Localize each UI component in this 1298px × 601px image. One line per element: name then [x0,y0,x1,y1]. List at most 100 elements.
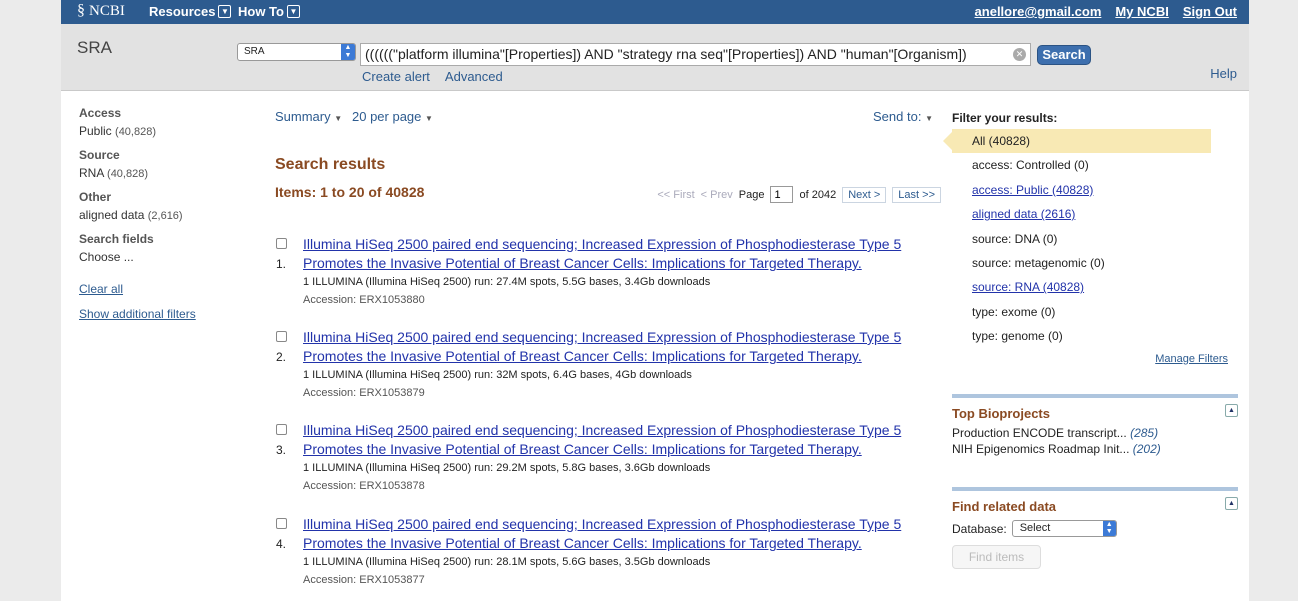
help-link[interactable]: Help [1210,66,1237,81]
chevron-down-icon: ▼ [425,114,433,123]
ncbi-logo[interactable]: § NCBI [77,2,125,20]
clear-all-link[interactable]: Clear all [79,282,249,296]
search-input[interactable]: (((((("platform illumina"[Properties]) A… [360,43,1031,66]
filter-option-label: aligned data [79,208,145,222]
format-menu[interactable]: Summary ▼ [275,109,342,124]
related-database-select[interactable]: Select ▲ ▼ [1011,520,1117,537]
filter-source-metagenomic: source: metagenomic (0) [972,255,1105,270]
howto-menu[interactable]: How To ▼ [238,4,300,19]
filter-aligned-data[interactable]: aligned data (2616) [952,202,1238,226]
next-page-button[interactable]: Next > [842,186,887,203]
result-description: 1 ILLUMINA (Illumina HiSeq 2500) run: 29… [303,462,711,474]
filter-source-rna[interactable]: source: RNA (40828) [952,275,1238,299]
search-button[interactable]: Search [1037,45,1091,65]
chevron-down-icon: ▼ [218,5,232,18]
result-description: 1 ILLUMINA (Illumina HiSeq 2500) run: 28… [303,556,711,568]
find-related-data-panel: Find related data ▲ Database: Select ▲ ▼ … [952,487,1238,569]
send-to-label: Send to: [873,109,922,124]
filter-access-public[interactable]: access: Public (40828) [952,178,1238,202]
howto-label: How To [238,4,284,19]
per-page-menu[interactable]: 20 per page ▼ [352,109,433,124]
related-database-select-value: Select [1019,522,1051,534]
result-title-link[interactable]: Illumina HiSeq 2500 paired end sequencin… [303,515,943,553]
user-email-link[interactable]: anellore@gmail.com [975,4,1102,19]
sign-out-link[interactable]: Sign Out [1183,4,1237,19]
per-page-label: 20 per page [352,109,422,124]
ncbi-logo-icon: § [77,2,85,19]
ncbi-header: § NCBI Resources ▼ How To ▼ anellore@gma… [61,0,1249,24]
right-column: Filter your results: All (40828) access:… [943,106,1238,569]
result-title-link[interactable]: Illumina HiSeq 2500 paired end sequencin… [303,421,943,459]
select-arrows-icon: ▲ ▼ [341,44,355,60]
filter-option[interactable]: Public (40,828) [79,124,249,138]
result-title-link[interactable]: Illumina HiSeq 2500 paired end sequencin… [303,328,943,366]
result-number: 4. [276,537,287,551]
last-page-button[interactable]: Last >> [892,186,941,203]
display-settings-bar: Summary ▼ 20 per page ▼ Send to: ▼ [275,106,941,126]
filter-group-source: Source RNA (40,828) [79,148,249,180]
page: § NCBI Resources ▼ How To ▼ anellore@gma… [61,0,1249,601]
chevron-down-icon: ▼ [334,114,343,123]
first-page-link: << First [657,188,695,201]
chevron-down-icon: ▼ [925,114,933,123]
advanced-search-link[interactable]: Advanced [445,69,503,84]
result-title-link[interactable]: Illumina HiSeq 2500 paired end sequencin… [303,235,943,273]
results-area: Summary ▼ 20 per page ▼ Send to: ▼ Searc… [275,106,941,586]
manage-filters-link[interactable]: Manage Filters [1155,353,1228,365]
result-checkbox[interactable] [276,331,287,342]
filter-source-dna: source: DNA (0) [972,231,1058,246]
bioproject-item[interactable]: Production ENCODE transcript... (285) [952,426,1238,440]
show-additional-filters-link[interactable]: Show additional filters [79,307,249,321]
create-alert-link[interactable]: Create alert [362,69,430,84]
result-count: Items: 1 to 20 of 40828 [275,184,425,200]
clear-search-icon[interactable]: ✕ [1013,48,1026,61]
filter-group-other: Other aligned data (2,616) [79,190,249,222]
filter-all[interactable]: All (40828) [943,129,1211,154]
pagination: << First < Prev Page of 2042 Next > Last… [657,186,941,203]
result-accession: Accession: ERX1053880 [303,294,425,306]
database-title: SRA [77,38,112,57]
filter-option-count: (40,828) [107,168,149,180]
filter-group-heading: Search fields [79,232,154,246]
results-heading: Search results [275,156,386,173]
search-query-text: (((((("platform illumina"[Properties]) A… [365,46,967,62]
chevron-down-icon: ▼ [286,5,300,18]
related-database-row: Database: Select ▲ ▼ [952,520,1238,537]
filter-access-controlled: access: Controlled (0) [972,158,1089,173]
bioproject-count: (285) [1130,426,1159,440]
resources-label: Resources [149,4,216,19]
result-checkbox[interactable] [276,518,287,529]
filter-group-access: Access Public (40,828) [79,106,249,138]
filter-type-exome: type: exome (0) [972,304,1056,319]
bioproject-name: Production ENCODE transcript... [952,426,1127,440]
result-checkbox[interactable] [276,424,287,435]
page-total: of 2042 [799,188,837,201]
page-number-input[interactable] [770,186,794,203]
result-number: 3. [276,443,287,457]
result-description: 1 ILLUMINA (Illumina HiSeq 2500) run: 32… [303,369,692,381]
left-filter-sidebar: Access Public (40,828) Source RNA (40,82… [79,106,249,321]
bioproject-count: (202) [1132,442,1161,456]
filter-option-count: (2,616) [147,210,183,222]
result-accession: Accession: ERX1053879 [303,387,425,399]
result-description: 1 ILLUMINA (Illumina HiSeq 2500) run: 27… [303,276,711,288]
my-ncbi-link[interactable]: My NCBI [1115,4,1168,19]
bioproject-item[interactable]: NIH Epigenomics Roadmap Init... (202) [952,442,1238,456]
filter-option[interactable]: RNA (40,828) [79,166,249,180]
collapse-icon[interactable]: ▲ [1225,497,1238,510]
filter-option[interactable]: Choose ... [79,250,249,264]
collapse-icon[interactable]: ▲ [1225,404,1238,417]
filter-option[interactable]: aligned data (2,616) [79,208,249,222]
result-accession: Accession: ERX1053878 [303,480,425,492]
filter-type-genome: type: genome (0) [972,329,1063,344]
top-bioprojects-panel: Top Bioprojects ▲ Production ENCODE tran… [952,394,1238,456]
send-to-menu[interactable]: Send to: ▼ [873,109,933,124]
filter-option-count: (40,828) [115,126,157,138]
database-label: Database: [952,521,1007,536]
result-number: 2. [276,350,287,364]
database-select[interactable]: SRA ▲ ▼ [237,43,356,61]
search-bar: SRA SRA ▲ ▼ (((((("platform illumina"[Pro… [61,24,1249,91]
user-links: anellore@gmail.com My NCBI Sign Out [975,4,1237,19]
resources-menu[interactable]: Resources ▼ [149,4,232,19]
result-checkbox[interactable] [276,238,287,249]
